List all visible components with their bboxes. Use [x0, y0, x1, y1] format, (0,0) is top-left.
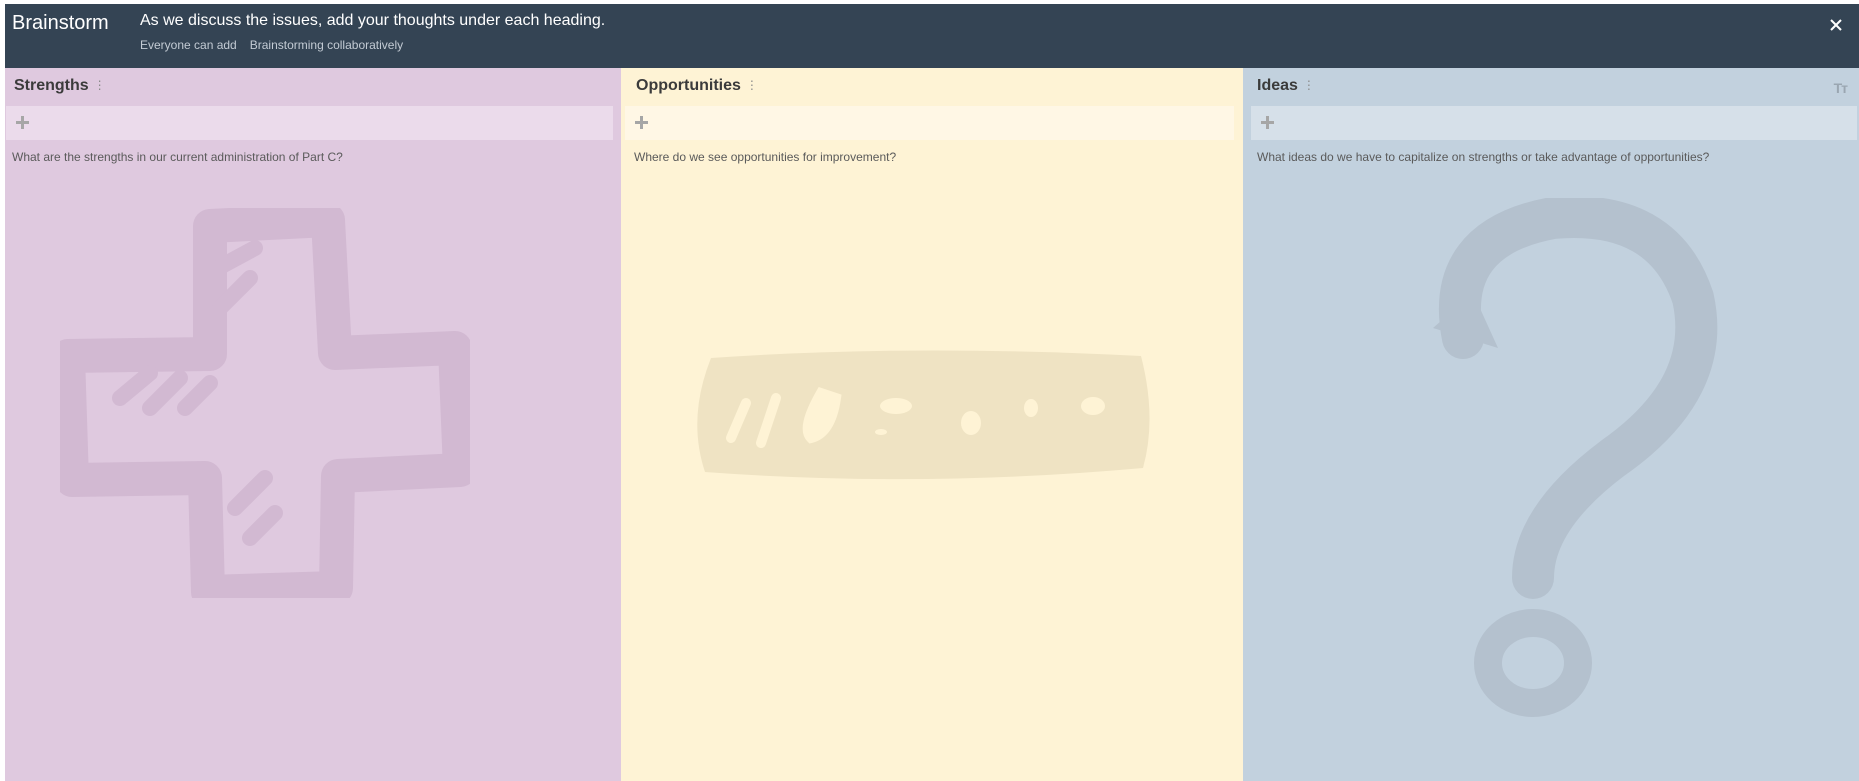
- plus-watermark-icon: [60, 208, 470, 598]
- close-icon: [1830, 19, 1842, 31]
- column-title-text: Ideas: [1257, 77, 1298, 94]
- column-title-opportunities[interactable]: Opportunities ⋮: [636, 77, 758, 95]
- column-prompt-strengths: What are the strengths in our current ad…: [12, 150, 343, 164]
- column-title-strengths[interactable]: Strengths ⋮: [14, 77, 106, 95]
- column-strengths: Strengths ⋮ What are the strengths in our…: [5, 68, 621, 781]
- question-mark-watermark-icon: [1433, 198, 1718, 717]
- permission-text: Everyone can add: [140, 38, 237, 52]
- brainstorm-columns: Strengths ⋮ What are the strengths in our…: [5, 68, 1859, 781]
- column-menu-icon[interactable]: ⋮: [746, 78, 758, 92]
- add-idea-bar-ideas[interactable]: [1251, 106, 1857, 140]
- column-ideas: Ideas ⋮ Tт What ideas do we have to capit…: [1243, 68, 1859, 781]
- plus-icon[interactable]: [635, 116, 648, 129]
- mode-text: Brainstorming collaboratively: [249, 38, 404, 52]
- column-opportunities: Opportunities ⋮ Where do we see opportuni…: [621, 68, 1243, 781]
- close-button[interactable]: [1823, 12, 1849, 38]
- column-title-text: Strengths: [14, 77, 89, 94]
- minus-watermark-icon: [697, 350, 1150, 480]
- column-menu-icon[interactable]: ⋮: [1303, 78, 1315, 92]
- plus-icon[interactable]: [16, 116, 29, 129]
- column-title-text: Opportunities: [636, 77, 741, 94]
- column-menu-icon[interactable]: ⋮: [94, 78, 106, 92]
- plus-icon[interactable]: [1261, 116, 1274, 129]
- page-title: Brainstorm: [12, 12, 109, 34]
- session-status: Everyone can add Brainstorming collaborat…: [140, 38, 403, 52]
- column-prompt-opportunities: Where do we see opportunities for improv…: [634, 150, 897, 164]
- text-size-icon[interactable]: Tт: [1834, 80, 1848, 96]
- column-prompt-ideas: What ideas do we have to capitalize on s…: [1257, 150, 1710, 164]
- add-idea-bar-opportunities[interactable]: [625, 106, 1234, 140]
- header-bar: Brainstorm As we discuss the issues, add…: [5, 4, 1859, 68]
- brainstorm-app: Brainstorm As we discuss the issues, add…: [5, 4, 1859, 781]
- add-idea-bar-strengths[interactable]: [6, 106, 613, 140]
- instructions-text: As we discuss the issues, add your thoug…: [140, 12, 606, 29]
- column-title-ideas[interactable]: Ideas ⋮: [1257, 77, 1315, 95]
